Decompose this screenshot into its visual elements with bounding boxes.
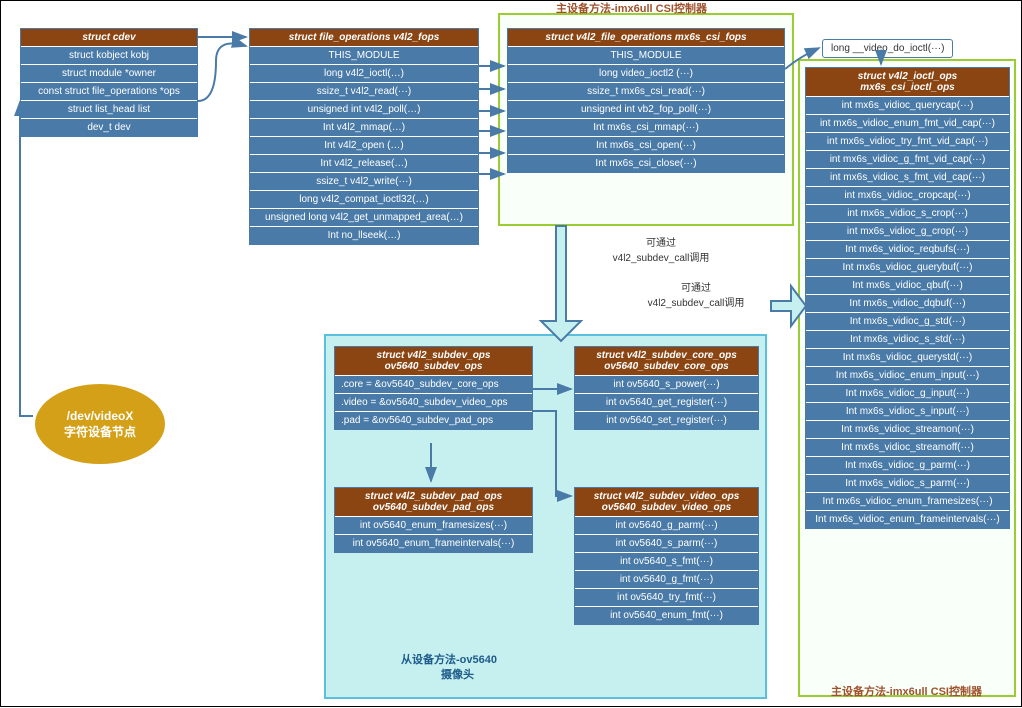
struct-item: int ov5640_s_power(···) xyxy=(575,376,758,394)
note1: 可通过 v4l2_subdev_call调用 xyxy=(586,234,736,264)
struct-item: int mx6s_vidioc_cropcap(···) xyxy=(806,187,1009,205)
box-fops: struct file_operations v4l2_fops THIS_MO… xyxy=(249,28,479,245)
struct-item: Int mx6s_vidioc_reqbufs(···) xyxy=(806,241,1009,259)
callout-video-do-ioctl: long __video_do_ioctl(···) xyxy=(822,39,953,58)
struct-item: dev_t dev xyxy=(21,119,197,136)
box-pad: struct v4l2_subdev_pad_ops ov5640_subdev… xyxy=(334,487,533,553)
dev-node-ellipse: /dev/videoX 字符设备节点 xyxy=(35,384,165,464)
struct-item: Int mx6s_csi_close(···) xyxy=(508,155,784,172)
struct-item: int mx6s_vidioc_g_fmt_vid_cap(···) xyxy=(806,151,1009,169)
struct-item: Int v4l2_mmap(…) xyxy=(250,119,478,137)
struct-item: Int no_llseek(…) xyxy=(250,227,478,244)
struct-item: Int mx6s_vidioc_s_std(···) xyxy=(806,331,1009,349)
struct-item: int ov5640_set_register(···) xyxy=(575,412,758,429)
ioctl-header: struct v4l2_ioctl_ops mx6s_csi_ioctl_ops xyxy=(806,68,1009,97)
struct-item: unsigned long v4l2_get_unmapped_area(…) xyxy=(250,209,478,227)
struct-item: ssize_t v4l2_write(···) xyxy=(250,173,478,191)
struct-item: Int mx6s_vidioc_s_parm(···) xyxy=(806,475,1009,493)
struct-item: int mx6s_vidioc_querycap(···) xyxy=(806,97,1009,115)
struct-item: int ov5640_s_fmt(···) xyxy=(575,553,758,571)
struct-item: int ov5640_get_register(···) xyxy=(575,394,758,412)
struct-item: struct list_head list xyxy=(21,101,197,119)
region-subdev-label2: 摄像头 xyxy=(441,666,474,682)
struct-item: .pad = &ov5640_subdev_pad_ops xyxy=(335,412,532,429)
box-ioctl: struct v4l2_ioctl_ops mx6s_csi_ioctl_ops… xyxy=(805,67,1010,529)
struct-item: Int mx6s_vidioc_g_parm(···) xyxy=(806,457,1009,475)
struct-item: int mx6s_vidioc_enum_fmt_vid_cap(···) xyxy=(806,115,1009,133)
box-csifops: struct v4l2_file_operations mx6s_csi_fop… xyxy=(507,28,785,173)
struct-item: int mx6s_vidioc_s_fmt_vid_cap(···) xyxy=(806,169,1009,187)
subdev-header: struct v4l2_subdev_ops ov5640_subdev_ops xyxy=(335,347,532,376)
struct-item: long video_ioctl2 (···) xyxy=(508,65,784,83)
box-subdev: struct v4l2_subdev_ops ov5640_subdev_ops… xyxy=(334,346,533,430)
core-header: struct v4l2_subdev_core_ops ov5640_subde… xyxy=(575,347,758,376)
struct-item: int ov5640_g_parm(···) xyxy=(575,517,758,535)
struct-item: Int mx6s_vidioc_enum_framesizes(···) xyxy=(806,493,1009,511)
struct-item: int mx6s_vidioc_s_crop(···) xyxy=(806,205,1009,223)
struct-item: struct kobject kobj xyxy=(21,47,197,65)
struct-item: struct module *owner xyxy=(21,65,197,83)
box-cdev: struct cdev struct kobject kobjstruct mo… xyxy=(20,28,198,137)
struct-item: Int mx6s_vidioc_streamon(···) xyxy=(806,421,1009,439)
struct-item: int ov5640_enum_frameintervals(···) xyxy=(335,535,532,552)
struct-item: Int mx6s_vidioc_g_input(···) xyxy=(806,385,1009,403)
struct-item: int mx6s_vidioc_try_fmt_vid_cap(···) xyxy=(806,133,1009,151)
region-main-right-label: 主设备方法-imx6ull CSI控制器 xyxy=(831,683,982,699)
region-subdev-label1: 从设备方法-ov5640 xyxy=(401,651,497,667)
struct-item: Int mx6s_vidioc_enum_frameintervals(···) xyxy=(806,511,1009,528)
struct-item: THIS_MODULE xyxy=(250,47,478,65)
struct-item: Int mx6s_vidioc_querybuf(···) xyxy=(806,259,1009,277)
ellipse-line1: /dev/videoX xyxy=(67,409,134,423)
fops-header: struct file_operations v4l2_fops xyxy=(250,29,478,47)
box-video: struct v4l2_subdev_video_ops ov5640_subd… xyxy=(574,487,759,625)
struct-item: Int mx6s_csi_mmap(···) xyxy=(508,119,784,137)
struct-item: const struct file_operations *ops xyxy=(21,83,197,101)
struct-item: .video = &ov5640_subdev_video_ops xyxy=(335,394,532,412)
struct-item: int mx6s_vidioc_g_crop(···) xyxy=(806,223,1009,241)
struct-item: Int mx6s_vidioc_enum_input(···) xyxy=(806,367,1009,385)
struct-item: THIS_MODULE xyxy=(508,47,784,65)
struct-item: Int mx6s_vidioc_s_input(···) xyxy=(806,403,1009,421)
struct-item: int ov5640_enum_framesizes(···) xyxy=(335,517,532,535)
struct-item: Int mx6s_csi_open(···) xyxy=(508,137,784,155)
struct-item: long v4l2_compat_ioctl32(…) xyxy=(250,191,478,209)
struct-item: .core = &ov5640_subdev_core_ops xyxy=(335,376,532,394)
struct-item: unsigned int vb2_fop_poll(···) xyxy=(508,101,784,119)
note2: 可通过 v4l2_subdev_call调用 xyxy=(621,279,771,309)
struct-item: long v4l2_ioctl(…) xyxy=(250,65,478,83)
cdev-header: struct cdev xyxy=(21,29,197,47)
box-core: struct v4l2_subdev_core_ops ov5640_subde… xyxy=(574,346,759,430)
region-main-top-label: 主设备方法-imx6ull CSI控制器 xyxy=(556,0,707,16)
struct-item: int ov5640_g_fmt(···) xyxy=(575,571,758,589)
struct-item: int ov5640_try_fmt(···) xyxy=(575,589,758,607)
struct-item: Int v4l2_open (…) xyxy=(250,137,478,155)
csifops-header: struct v4l2_file_operations mx6s_csi_fop… xyxy=(508,29,784,47)
struct-item: int ov5640_s_parm(···) xyxy=(575,535,758,553)
struct-item: Int mx6s_vidioc_g_std(···) xyxy=(806,313,1009,331)
struct-item: Int mx6s_vidioc_dqbuf(···) xyxy=(806,295,1009,313)
struct-item: unsigned int v4l2_poll(…) xyxy=(250,101,478,119)
struct-item: ssize_t v4l2_read(···) xyxy=(250,83,478,101)
pad-header: struct v4l2_subdev_pad_ops ov5640_subdev… xyxy=(335,488,532,517)
struct-item: ssize_t mx6s_csi_read(···) xyxy=(508,83,784,101)
struct-item: Int v4l2_release(…) xyxy=(250,155,478,173)
ellipse-line2: 字符设备节点 xyxy=(64,423,136,440)
struct-item: Int mx6s_vidioc_querystd(···) xyxy=(806,349,1009,367)
video-header: struct v4l2_subdev_video_ops ov5640_subd… xyxy=(575,488,758,517)
struct-item: Int mx6s_vidioc_streamoff(···) xyxy=(806,439,1009,457)
struct-item: int ov5640_enum_fmt(···) xyxy=(575,607,758,624)
struct-item: Int mx6s_vidioc_qbuf(···) xyxy=(806,277,1009,295)
